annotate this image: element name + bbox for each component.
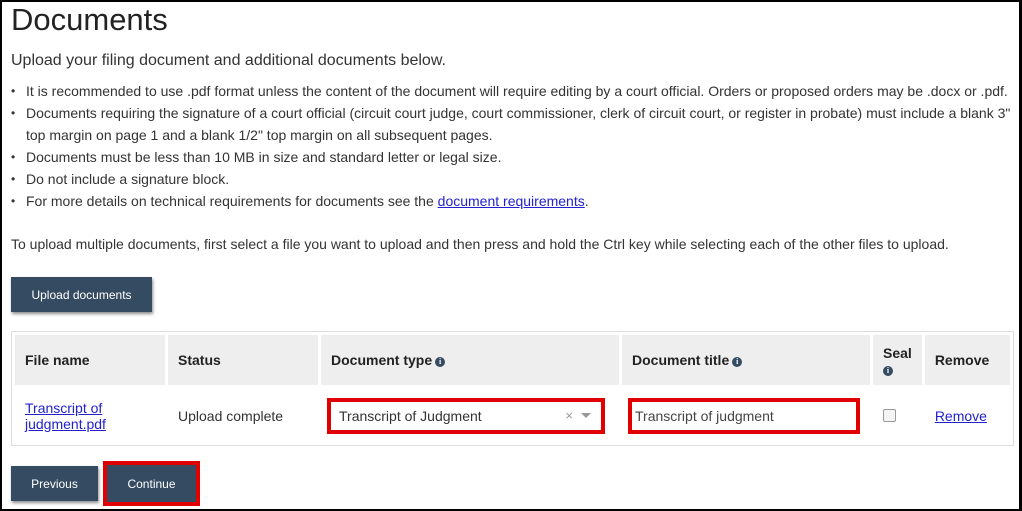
header-document-title-label: Document title [632, 352, 730, 368]
requirement-text-end: . [584, 193, 589, 209]
documents-table: File name Status Document type i Document… [11, 331, 1014, 446]
requirement-item: For more details on technical requiremen… [11, 190, 1021, 212]
page-title: Documents [11, 2, 168, 37]
chevron-down-icon[interactable] [581, 413, 591, 418]
status-cell: Upload complete [178, 407, 284, 424]
file-name-link[interactable]: Transcript of judgment.pdf [25, 400, 125, 432]
document-title-input[interactable] [628, 397, 860, 434]
intro-text: Upload your filing document and addition… [11, 52, 446, 69]
seal-cell [873, 388, 922, 443]
document-title-cell [622, 388, 870, 443]
header-seal-label: Seal [883, 345, 912, 361]
info-icon[interactable]: i [435, 357, 446, 367]
requirements-list: It is recommended to use .pdf format unl… [11, 80, 1021, 212]
requirement-text: For more details on technical requiremen… [26, 193, 438, 209]
header-document-type: Document type i [321, 335, 619, 385]
seal-checkbox[interactable] [883, 409, 896, 422]
header-file-name: File name [15, 335, 165, 385]
header-seal: Seal i [873, 335, 922, 385]
upload-documents-button[interactable]: Upload documents [11, 277, 152, 312]
remove-cell: Remove [925, 388, 1010, 443]
header-remove: Remove [924, 335, 1010, 385]
requirement-item: Do not include a signature block. [11, 168, 1021, 190]
document-type-select[interactable]: Transcript of Judgment × [327, 397, 605, 434]
document-type-cell: Transcript of Judgment × [321, 388, 619, 443]
header-status: Status [168, 335, 318, 385]
clear-icon[interactable]: × [565, 408, 573, 423]
info-icon[interactable]: i [732, 357, 743, 367]
header-document-type-label: Document type [331, 352, 433, 368]
multi-upload-note: To upload multiple documents, first sele… [11, 236, 949, 252]
info-icon[interactable]: i [883, 366, 893, 376]
continue-button[interactable]: Continue [107, 465, 196, 502]
previous-button[interactable]: Previous [11, 466, 98, 501]
requirement-item: It is recommended to use .pdf format unl… [11, 80, 1021, 102]
header-document-title: Document title i [622, 335, 870, 385]
continue-highlight: Continue [103, 461, 200, 506]
document-type-value: Transcript of Judgment [339, 407, 482, 424]
requirement-item: Documents must be less than 10 MB in siz… [11, 146, 1021, 168]
table-row: Transcript of judgment.pdf Upload comple… [15, 388, 1010, 443]
file-name-cell: Transcript of judgment.pdf [15, 388, 165, 443]
document-requirements-link[interactable]: document requirements [438, 193, 585, 209]
requirement-item: Documents requiring the signature of a c… [11, 102, 1021, 146]
table-header-row: File name Status Document type i Document… [15, 335, 1010, 385]
remove-link[interactable]: Remove [935, 408, 987, 424]
